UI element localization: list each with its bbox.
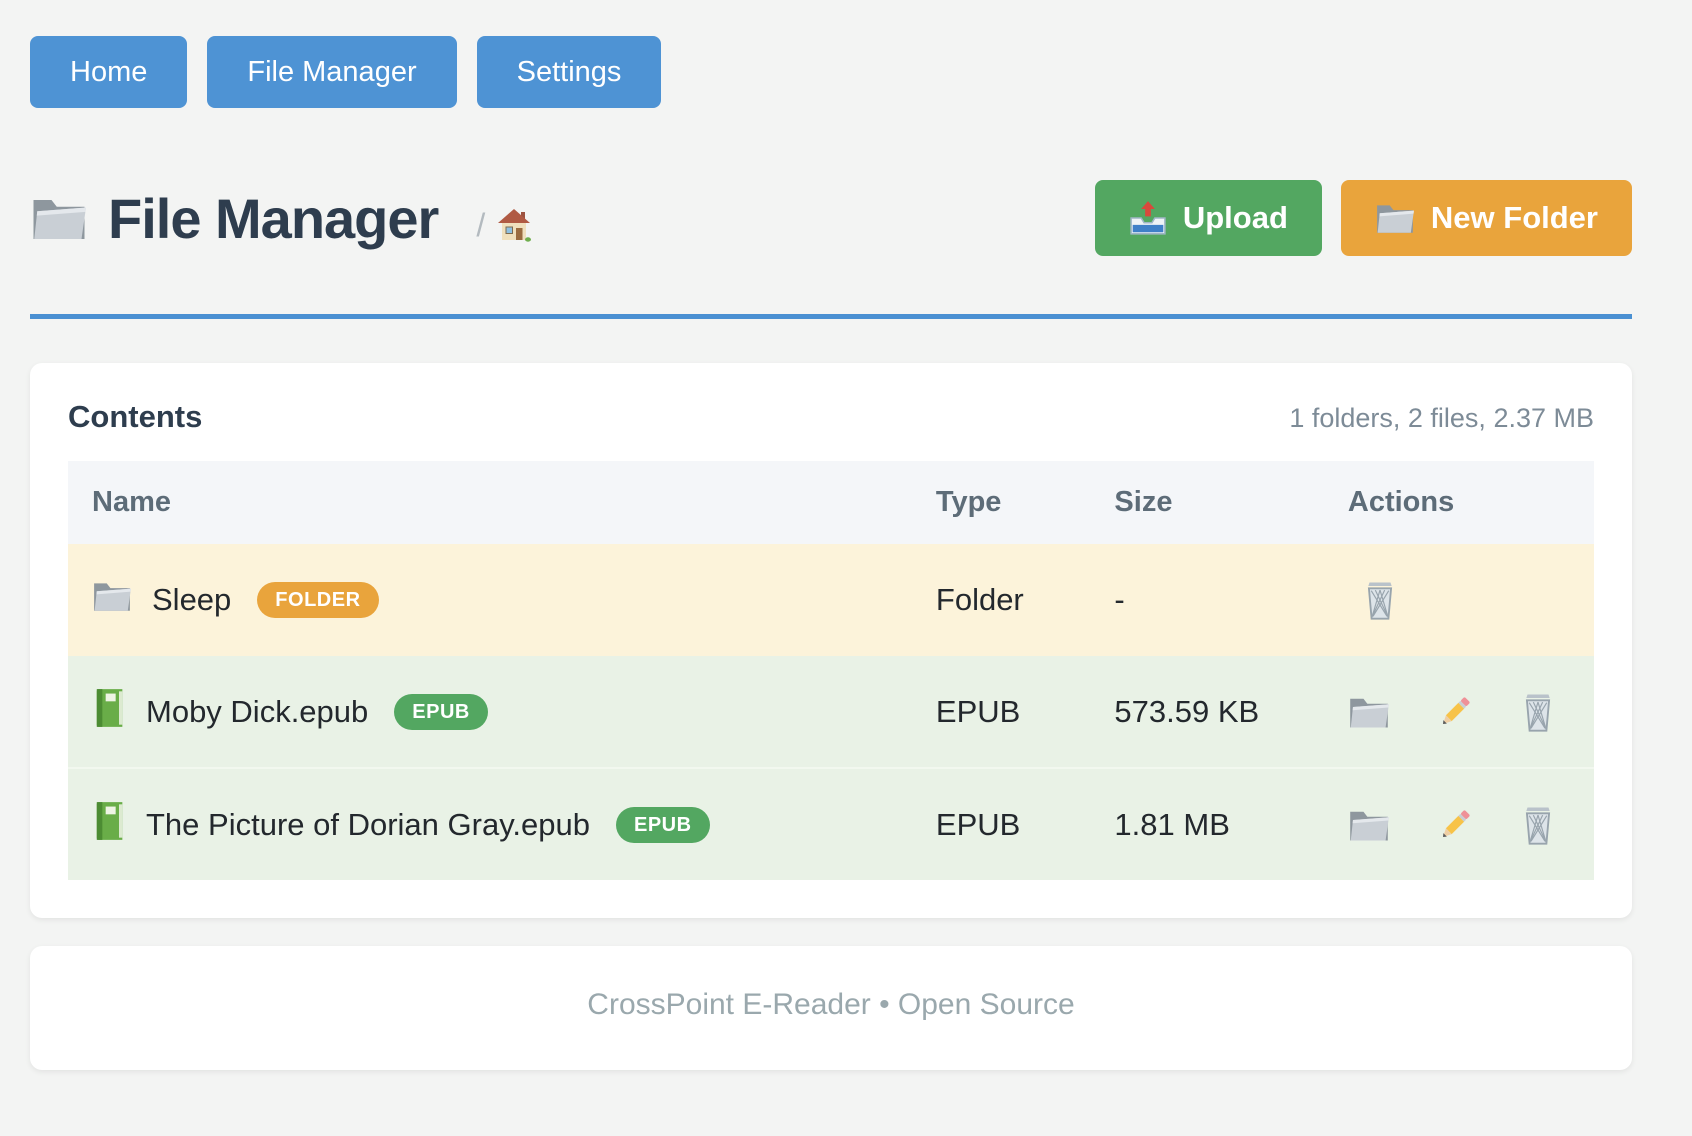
folder-icon — [1375, 201, 1415, 235]
file-type: EPUB — [912, 768, 1091, 880]
epub-badge: EPUB — [616, 807, 710, 843]
outbox-tray-icon — [1129, 200, 1167, 236]
file-type: EPUB — [912, 656, 1091, 768]
file-size: 1.81 MB — [1090, 768, 1323, 880]
table-header-row: Name Type Size Actions — [68, 461, 1594, 544]
page-header: File Manager / Upload New Folder — [30, 178, 1632, 258]
header-actions: Upload New Folder — [1095, 180, 1632, 256]
house-icon[interactable] — [497, 208, 531, 242]
wastebasket-icon — [1520, 804, 1556, 846]
upload-button[interactable]: Upload — [1095, 180, 1322, 256]
column-header-size: Size — [1090, 461, 1323, 544]
table-row: Moby Dick.epub EPUB EPUB 573.59 KB — [68, 656, 1594, 768]
file-name[interactable]: The Picture of Dorian Gray.epub — [146, 807, 590, 843]
delete-button[interactable] — [1520, 804, 1556, 846]
folder-icon — [92, 579, 132, 621]
contents-summary: 1 folders, 2 files, 2.37 MB — [1289, 403, 1594, 434]
delete-button[interactable] — [1362, 579, 1398, 621]
folder-icon — [1348, 694, 1390, 730]
table-row: Sleep FOLDER Folder - — [68, 544, 1594, 656]
title-divider — [30, 314, 1632, 319]
footer-text: CrossPoint E-Reader • Open Source — [30, 988, 1632, 1022]
title-group: File Manager / — [30, 186, 531, 251]
pencil-icon — [1434, 804, 1476, 846]
page: Home File Manager Settings File Manager … — [0, 0, 1662, 1070]
folder-icon — [1348, 807, 1390, 843]
breadcrumb-separator: / — [476, 207, 485, 244]
wastebasket-icon — [1520, 691, 1556, 733]
upload-button-label: Upload — [1183, 200, 1288, 236]
file-size: - — [1090, 544, 1323, 656]
contents-card: Contents 1 folders, 2 files, 2.37 MB Nam… — [30, 363, 1632, 918]
table-row: The Picture of Dorian Gray.epub EPUB EPU… — [68, 768, 1594, 880]
pencil-icon — [1434, 691, 1476, 733]
green-book-icon — [92, 688, 126, 736]
folder-icon — [30, 194, 88, 242]
top-nav: Home File Manager Settings — [30, 36, 1632, 108]
file-name[interactable]: Sleep — [152, 582, 231, 618]
file-name[interactable]: Moby Dick.epub — [146, 694, 368, 730]
folder-badge: FOLDER — [257, 582, 378, 618]
column-header-name: Name — [68, 461, 912, 544]
breadcrumb: / — [476, 207, 531, 244]
new-folder-button-label: New Folder — [1431, 200, 1598, 236]
nav-button-file-manager[interactable]: File Manager — [207, 36, 456, 108]
delete-button[interactable] — [1520, 691, 1556, 733]
epub-badge: EPUB — [394, 694, 488, 730]
page-title: File Manager — [108, 186, 438, 251]
file-type: Folder — [912, 544, 1091, 656]
file-size: 573.59 KB — [1090, 656, 1323, 768]
footer-card: CrossPoint E-Reader • Open Source — [30, 946, 1632, 1070]
contents-heading: Contents — [68, 399, 202, 435]
column-header-actions: Actions — [1324, 461, 1594, 544]
rename-button[interactable] — [1434, 691, 1476, 733]
green-book-icon — [92, 801, 126, 849]
rename-button[interactable] — [1434, 804, 1476, 846]
new-folder-button[interactable]: New Folder — [1341, 180, 1632, 256]
files-table: Name Type Size Actions Sleep FOLDER — [68, 461, 1594, 880]
move-button[interactable] — [1348, 694, 1390, 730]
nav-button-settings[interactable]: Settings — [477, 36, 662, 108]
nav-button-home[interactable]: Home — [30, 36, 187, 108]
wastebasket-icon — [1362, 579, 1398, 621]
contents-card-header: Contents 1 folders, 2 files, 2.37 MB — [68, 399, 1594, 435]
move-button[interactable] — [1348, 807, 1390, 843]
column-header-type: Type — [912, 461, 1091, 544]
